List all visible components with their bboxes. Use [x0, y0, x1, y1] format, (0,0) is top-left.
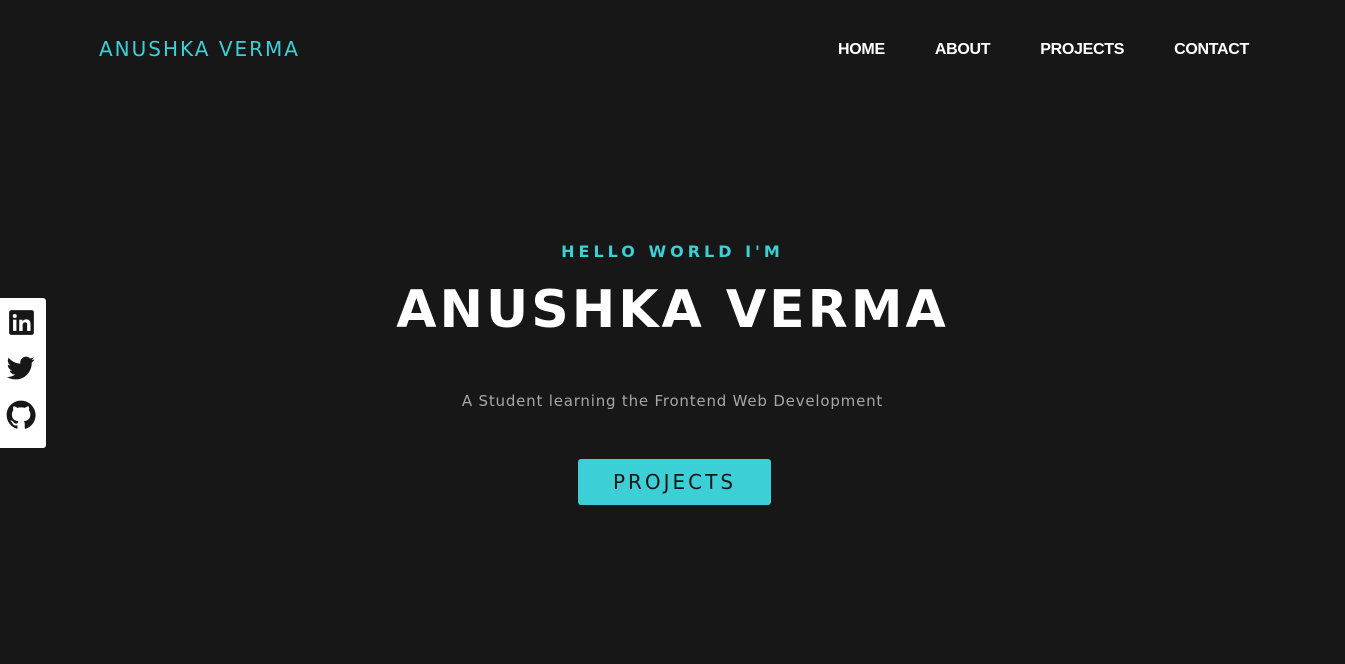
page: ANUSHKA VERMA HOME ABOUT PROJECTS CONTAC…	[0, 0, 1345, 664]
hero-name: ANUSHKA VERMA	[396, 280, 949, 340]
nav-contact[interactable]: CONTACT	[1174, 41, 1249, 59]
projects-button[interactable]: PROJECTS	[578, 459, 771, 505]
hero-tagline: A Student learning the Frontend Web Deve…	[461, 392, 884, 410]
brand-logo[interactable]: ANUSHKA VERMA	[99, 37, 300, 61]
nav-home[interactable]: HOME	[838, 41, 885, 59]
nav-projects[interactable]: PROJECTS	[1040, 41, 1124, 59]
main-nav: HOME ABOUT PROJECTS CONTACT	[788, 41, 1249, 59]
twitter-icon[interactable]	[6, 354, 36, 382]
hero-greeting: HELLO WORLD I'M	[561, 242, 784, 261]
site-header: ANUSHKA VERMA HOME ABOUT PROJECTS CONTAC…	[0, 0, 1345, 100]
nav-about[interactable]: ABOUT	[935, 41, 991, 59]
